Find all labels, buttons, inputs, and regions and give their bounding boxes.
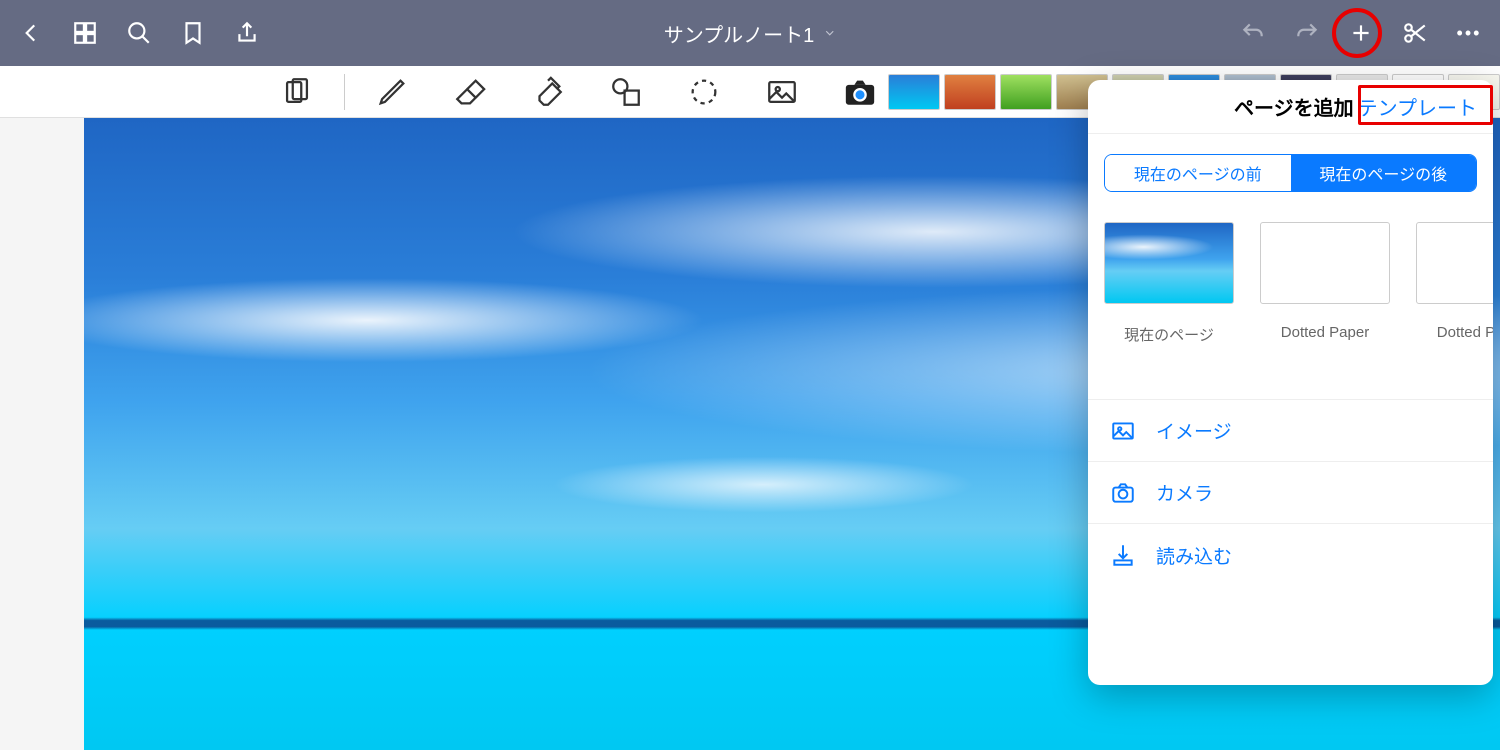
back-icon[interactable] xyxy=(18,20,44,46)
chevron-down-icon xyxy=(822,26,836,40)
template-label: Dotted Paper xyxy=(1416,324,1493,341)
document-title[interactable]: サンプルノート1 xyxy=(664,19,837,48)
image-tool[interactable] xyxy=(765,75,799,109)
highlight-plus-circle xyxy=(1332,8,1382,58)
highlight-template-box xyxy=(1358,85,1493,125)
page-rotate-tool[interactable] xyxy=(280,75,314,109)
share-icon[interactable] xyxy=(234,20,260,46)
page-thumb-sky[interactable] xyxy=(888,74,940,110)
camera-icon xyxy=(1110,480,1136,506)
template-card[interactable]: Dotted Paper xyxy=(1416,222,1493,345)
search-icon[interactable] xyxy=(126,20,152,46)
import-icon xyxy=(1110,542,1136,568)
option-label: イメージ xyxy=(1156,417,1232,444)
shapes-tool[interactable] xyxy=(609,75,643,109)
option-label: 読み込む xyxy=(1156,542,1232,569)
add-page-popup: ページを追加 テンプレート 現在のページの前 現在のページの後 現在のページDo… xyxy=(1088,80,1493,685)
template-label: Dotted Paper xyxy=(1260,324,1390,341)
option-label: カメラ xyxy=(1156,479,1213,506)
source-options: イメージカメラ読み込む xyxy=(1088,399,1493,586)
option-import[interactable]: 読み込む xyxy=(1088,524,1493,586)
undo-icon[interactable] xyxy=(1240,20,1266,46)
template-label: 現在のページ xyxy=(1104,324,1234,345)
eraser-tool[interactable] xyxy=(453,75,487,109)
bookmark-icon[interactable] xyxy=(180,20,206,46)
navbar: サンプルノート1 xyxy=(0,0,1500,66)
seg-before[interactable]: 現在のページの前 xyxy=(1105,155,1291,191)
template-cards: 現在のページ Dotted Paper Dotted Paper xyxy=(1088,192,1493,345)
option-image[interactable]: イメージ xyxy=(1088,400,1493,462)
scissors-icon[interactable] xyxy=(1402,20,1428,46)
template-thumb-sky-icon xyxy=(1104,222,1234,304)
option-camera[interactable]: カメラ xyxy=(1088,462,1493,524)
lasso-tool[interactable] xyxy=(687,75,721,109)
more-icon[interactable] xyxy=(1456,20,1482,46)
template-thumb-blank-icon xyxy=(1416,222,1493,304)
template-card[interactable]: 現在のページ xyxy=(1104,222,1234,345)
insert-position-segmented: 現在のページの前 現在のページの後 xyxy=(1104,154,1477,192)
seg-after[interactable]: 現在のページの後 xyxy=(1291,155,1477,191)
template-thumb-blank-icon xyxy=(1260,222,1390,304)
title-text: サンプルノート1 xyxy=(664,19,815,48)
pen-tool[interactable] xyxy=(375,75,409,109)
grid-icon[interactable] xyxy=(72,20,98,46)
template-card[interactable]: Dotted Paper xyxy=(1260,222,1390,345)
redo-icon[interactable] xyxy=(1294,20,1320,46)
separator xyxy=(344,74,345,110)
image-icon xyxy=(1110,418,1136,444)
highlighter-tool[interactable] xyxy=(531,75,565,109)
camera-tool[interactable] xyxy=(843,75,877,109)
popup-title: ページを追加 xyxy=(1234,92,1354,121)
page-thumb-green[interactable] xyxy=(1000,74,1052,110)
page-thumb-autumn[interactable] xyxy=(944,74,996,110)
